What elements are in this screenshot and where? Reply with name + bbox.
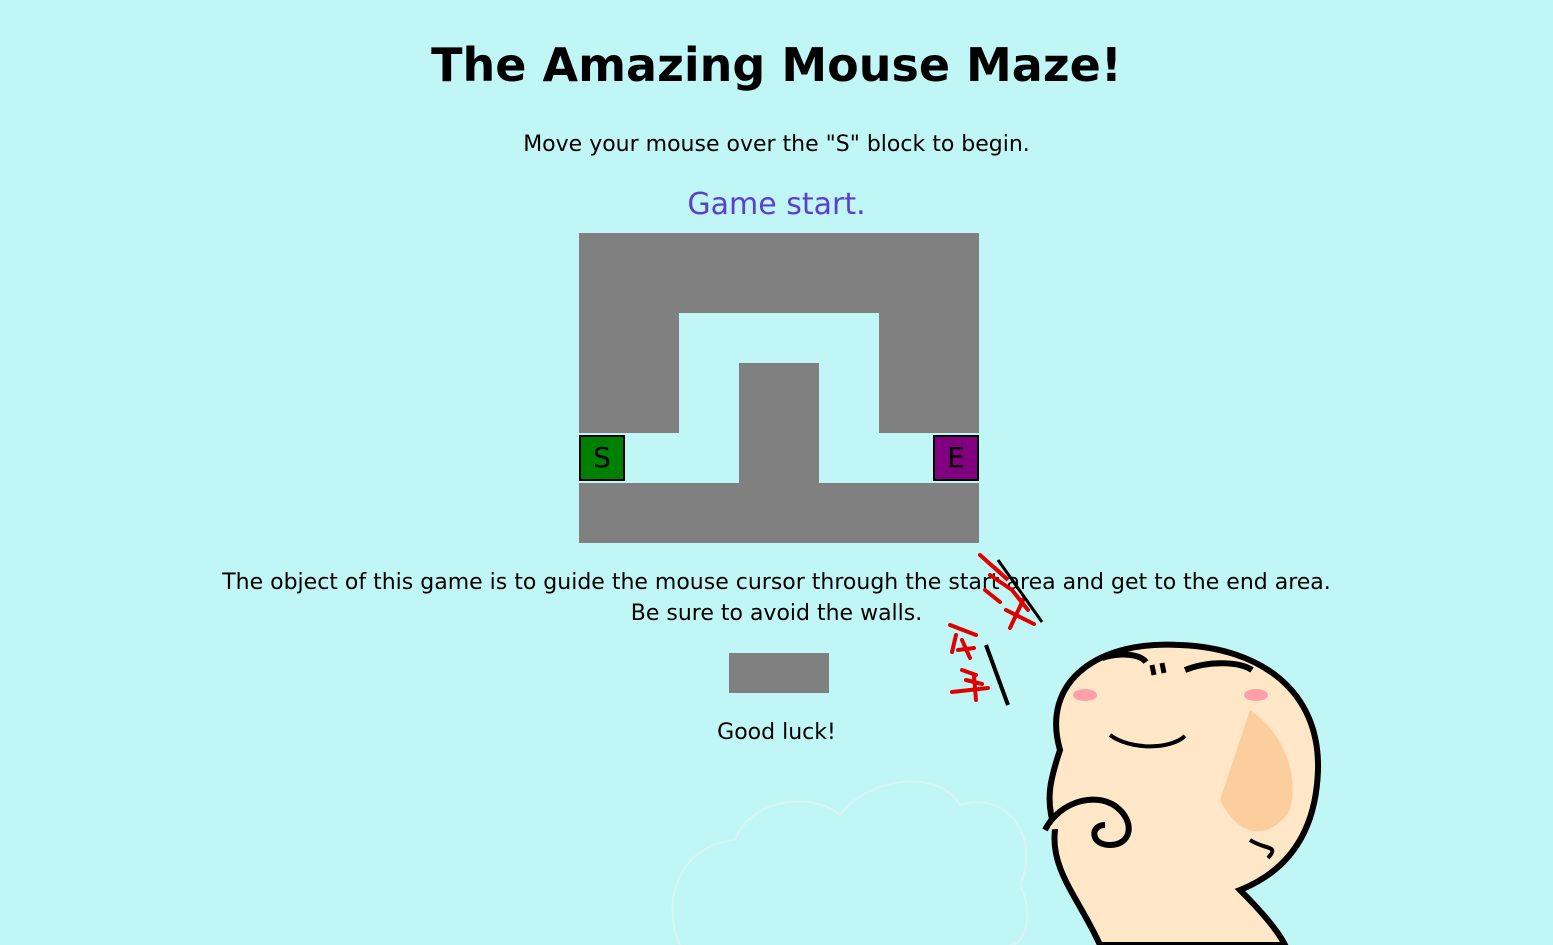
- good-luck-text: Good luck!: [717, 720, 836, 745]
- cartoon-mascot-icon: [1042, 641, 1322, 945]
- instruction-text: Move your mouse over the "S" block to be…: [523, 132, 1030, 157]
- maze-wall-top[interactable]: [579, 233, 979, 313]
- maze-board: S E: [579, 233, 979, 543]
- maze-wall-bottom[interactable]: [579, 483, 979, 543]
- page-title: The Amazing Mouse Maze!: [431, 38, 1122, 92]
- maze-wall-center[interactable]: [739, 363, 819, 483]
- maze-wall-left[interactable]: [579, 313, 679, 433]
- maze-wall-right[interactable]: [879, 313, 979, 433]
- description-line-1: The object of this game is to guide the …: [222, 570, 1331, 595]
- start-block[interactable]: S: [579, 435, 625, 481]
- game-description: The object of this game is to guide the …: [0, 567, 1553, 629]
- reset-block[interactable]: [729, 653, 829, 693]
- game-status: Game start.: [687, 187, 866, 222]
- cloud-icon: [671, 780, 1029, 945]
- description-line-2: Be sure to avoid the walls.: [630, 601, 923, 626]
- end-block[interactable]: E: [933, 435, 979, 481]
